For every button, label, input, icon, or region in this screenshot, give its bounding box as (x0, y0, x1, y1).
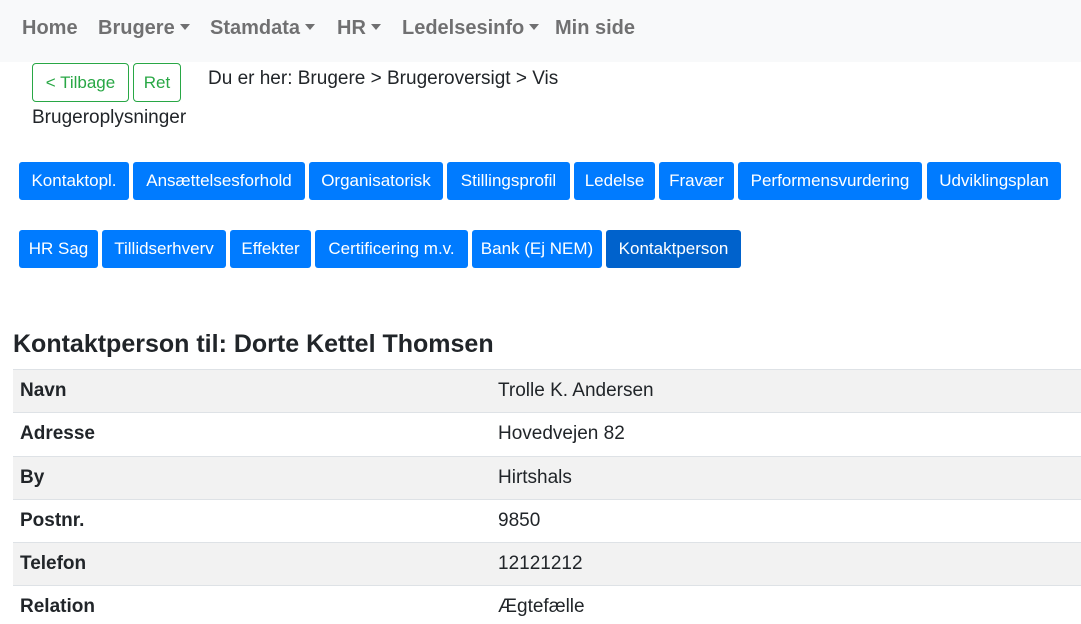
nav-stamdata-label: Stamdata (210, 17, 301, 39)
back-button[interactable]: < Tilbage (32, 63, 129, 102)
tab-udviklingsplan[interactable]: Udviklingsplan (927, 162, 1061, 200)
tab-tillidserhverv[interactable]: Tillidserhverv (102, 230, 226, 268)
caret-down-icon (370, 24, 381, 30)
row-label: By (20, 466, 45, 488)
row-value: Hovedvejen 82 (498, 423, 625, 445)
table-row: Postnr. 9850 (13, 498, 1081, 542)
tab-stillingsprofil[interactable]: Stillingsprofil (447, 162, 570, 200)
nav-hr-dropdown[interactable]: HR (337, 17, 381, 40)
tab-kontaktperson[interactable]: Kontaktperson (606, 230, 741, 268)
nav-brugere-label: Brugere (98, 17, 175, 39)
row-value: Hirtshals (498, 466, 572, 488)
caret-down-icon (529, 24, 540, 30)
row-value: Ægtefælle (498, 596, 585, 618)
nav-min-side[interactable]: Min side (555, 17, 635, 40)
row-label: Adresse (20, 423, 95, 445)
nav-ledelsesinfo-dropdown[interactable]: Ledelsesinfo (402, 17, 540, 40)
table-row: Navn Trolle K. Andersen (13, 369, 1081, 413)
tab-organisatorisk[interactable]: Organisatorisk (309, 162, 443, 200)
row-value: Trolle K. Andersen (498, 380, 654, 401)
page-title: Kontaktperson til: Dorte Kettel Thomsen (13, 330, 494, 358)
tab-certificering[interactable]: Certificering m.v. (315, 230, 468, 268)
nav-home[interactable]: Home (22, 17, 78, 40)
top-navbar: Home Brugere Stamdata HR Ledelsesinfo Mi… (0, 0, 1081, 62)
row-value: 12121212 (498, 553, 583, 575)
caret-down-icon (305, 24, 316, 30)
contact-details-table: Navn Trolle K. Andersen Adresse Hovedvej… (13, 369, 1081, 624)
row-label: Postnr. (20, 509, 85, 531)
table-row: By Hirtshals (13, 455, 1081, 499)
row-label: Relation (20, 596, 95, 618)
tab-bank[interactable]: Bank (Ej NEM) (472, 230, 602, 268)
row-label: Telefon (20, 553, 87, 575)
row-label: Navn (20, 380, 67, 401)
table-row: Telefon 12121212 (13, 542, 1081, 586)
nav-brugere-dropdown[interactable]: Brugere (98, 17, 190, 40)
edit-button[interactable]: Ret (133, 63, 181, 102)
breadcrumb: Du er her: Brugere > Brugeroversigt > Vi… (208, 68, 559, 89)
nav-hr-label: HR (337, 17, 366, 39)
nav-ledelsesinfo-label: Ledelsesinfo (402, 17, 525, 39)
table-row: Relation Ægtefælle (13, 585, 1081, 624)
table-row: Adresse Hovedvejen 82 (13, 412, 1081, 455)
nav-stamdata-dropdown[interactable]: Stamdata (210, 17, 316, 40)
tab-kontaktopl[interactable]: Kontaktopl. (19, 162, 129, 200)
tab-performensvurdering[interactable]: Performensvurdering (738, 162, 922, 200)
tab-fravaer[interactable]: Fravær (659, 162, 734, 200)
caret-down-icon (179, 24, 190, 30)
tab-ledelse[interactable]: Ledelse (574, 162, 655, 200)
breadcrumb-continuation: Brugeroplysninger (32, 107, 187, 128)
tab-ansaettelsesforhold[interactable]: Ansættelsesforhold (133, 162, 305, 200)
tab-effekter[interactable]: Effekter (230, 230, 311, 268)
row-value: 9850 (498, 509, 541, 531)
tab-hr-sag[interactable]: HR Sag (19, 230, 98, 268)
